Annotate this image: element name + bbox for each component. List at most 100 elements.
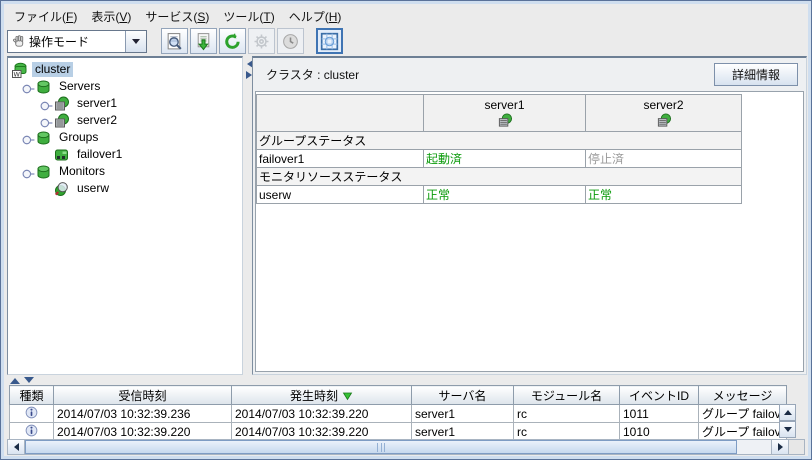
tree-handle-icon[interactable] — [21, 133, 35, 143]
gear-icon — [252, 32, 271, 51]
tree-item-Servers[interactable]: Servers — [8, 78, 242, 95]
resource-name: userw — [257, 186, 424, 204]
alert-occurred-cell: 2014/07/03 10:32:39.220 — [232, 423, 412, 441]
scroll-right-button[interactable] — [771, 440, 788, 454]
resource-name: failover1 — [257, 150, 424, 168]
alert-row-1[interactable]: 2014/07/03 10:32:39.2202014/07/03 10:32:… — [10, 423, 787, 441]
tree-item-label: Monitors — [56, 164, 108, 179]
detail-info-button[interactable]: 詳細情報 — [714, 63, 798, 86]
collect-info-button[interactable] — [190, 28, 217, 54]
collapse-up-icon[interactable] — [10, 373, 20, 384]
tree-item-failover1[interactable]: failover1 — [8, 146, 242, 163]
reload-button[interactable] — [219, 28, 246, 54]
column-label: 発生時刻 — [290, 389, 338, 403]
alert-column-header-5[interactable]: イベントID — [620, 386, 699, 405]
alert-occurred-cell: 2014/07/03 10:32:39.220 — [232, 405, 412, 423]
alert-server-cell: server1 — [412, 423, 514, 441]
mode-selector-dropdown-button[interactable] — [125, 31, 146, 52]
menu-item-h[interactable]: ヘルプ(H) — [282, 6, 349, 27]
mode-selector-label: 操作モード — [29, 33, 89, 50]
server-name: server2 — [643, 98, 683, 112]
menu-item-t[interactable]: ツール(T) — [216, 6, 281, 27]
document-download-icon — [194, 32, 213, 51]
tree-item-server2[interactable]: server2 — [8, 112, 242, 129]
thumb-grip — [377, 443, 385, 452]
status-row-userw: userw正常正常 — [257, 186, 742, 204]
alert-row-0[interactable]: 2014/07/03 10:32:39.2362014/07/03 10:32:… — [10, 405, 787, 423]
tree-item-label: server2 — [74, 113, 120, 128]
alert-type-cell — [10, 423, 54, 441]
status-value: 正常 — [424, 186, 586, 204]
tree-handle-icon[interactable] — [21, 167, 35, 177]
tree-item-Monitors[interactable]: Monitors — [8, 163, 242, 180]
info-icon — [25, 406, 38, 419]
status-panel-content: server1server2グループステータスfailover1起動済停止済モニ… — [255, 91, 804, 372]
status-section-header: グループステータス — [257, 132, 742, 150]
cluster-tree: WclusterServersserver1server2Groupsfailo… — [8, 58, 242, 197]
server-icon — [53, 96, 70, 112]
tree-handle-icon[interactable] — [39, 99, 53, 109]
folder-icon — [35, 130, 52, 146]
mode-selector[interactable]: 操作モード — [7, 30, 147, 53]
folder-icon — [35, 164, 52, 180]
menu-bar: ファイル(F)表示(V)サービス(S)ツール(T)ヘルプ(H) — [7, 6, 805, 26]
alert-received-cell: 2014/07/03 10:32:39.236 — [54, 405, 232, 423]
menu-item-v[interactable]: 表示(V) — [84, 6, 138, 27]
alert-column-header-2[interactable]: 発生時刻 — [232, 386, 412, 405]
group-icon — [53, 147, 70, 163]
monitor-icon — [53, 181, 70, 197]
tree-item-label: cluster — [32, 62, 73, 77]
alert-column-header-1[interactable]: 受信時刻 — [54, 386, 232, 405]
mode-selector-value: 操作モード — [8, 31, 125, 52]
vertical-split-divider[interactable] — [243, 56, 252, 375]
alert-vertical-scrollbar[interactable] — [779, 404, 796, 438]
tree-item-cluster[interactable]: Wcluster — [8, 61, 242, 78]
tree-handle-icon[interactable] — [21, 82, 35, 92]
scroll-left-button[interactable] — [8, 440, 25, 454]
status-value: 正常 — [586, 186, 742, 204]
alert-received-cell: 2014/07/03 10:32:39.220 — [54, 423, 232, 441]
tree-item-Groups[interactable]: Groups — [8, 129, 242, 146]
status-table: server1server2グループステータスfailover1起動済停止済モニ… — [256, 94, 742, 204]
toolbar-buttons — [161, 28, 345, 54]
tree-item-label: Servers — [56, 79, 103, 94]
column-label: モジュール名 — [531, 389, 602, 403]
alert-server-cell: server1 — [412, 405, 514, 423]
alert-column-header-3[interactable]: サーバ名 — [412, 386, 514, 405]
search-button[interactable] — [161, 28, 188, 54]
menu-item-s[interactable]: サービス(S) — [138, 6, 216, 27]
alert-column-header-0[interactable]: 種類 — [10, 386, 54, 405]
alert-column-header-4[interactable]: モジュール名 — [514, 386, 620, 405]
tree-item-server1[interactable]: server1 — [8, 95, 242, 112]
svg-text:W: W — [13, 70, 20, 77]
scrollbar-track[interactable] — [737, 440, 771, 454]
alert-horizontal-scrollbar[interactable] — [7, 439, 805, 455]
menu-item-f[interactable]: ファイル(F) — [7, 6, 84, 27]
status-section-header: モニタリソースステータス — [257, 168, 742, 186]
integrated-manager-button[interactable] — [316, 28, 343, 54]
horizontal-split-divider[interactable] — [7, 376, 805, 385]
toolbar: 操作モード — [7, 27, 805, 55]
cluster-tree-panel: WclusterServersserver1server2Groupsfailo… — [7, 56, 243, 375]
tree-handle-icon[interactable] — [39, 116, 53, 126]
tree-item-label: failover1 — [74, 147, 125, 162]
alert-log-area: 種類受信時刻発生時刻サーバ名モジュール名イベントIDメッセージ2014/07/0… — [9, 385, 787, 441]
time-info-button — [277, 28, 304, 54]
tree-item-userw[interactable]: userw — [8, 180, 242, 197]
alert-column-header-6[interactable]: メッセージ — [699, 386, 787, 405]
scroll-down-button[interactable] — [779, 421, 796, 438]
status-column-server2: server2 — [586, 95, 742, 132]
tree-item-label: server1 — [74, 96, 120, 111]
scroll-up-button[interactable] — [779, 404, 796, 421]
status-row-failover1: failover1起動済停止済 — [257, 150, 742, 168]
arrow-up-icon — [784, 406, 792, 415]
scrollbar-thumb[interactable] — [25, 440, 737, 454]
alert-event_id-cell: 1010 — [620, 423, 699, 441]
cluster-icon: W — [11, 62, 28, 78]
arrow-left-icon — [10, 443, 19, 451]
grid-icon — [320, 32, 339, 51]
server-icon — [497, 113, 513, 128]
server-icon — [53, 113, 70, 129]
column-label: サーバ名 — [439, 389, 487, 403]
chevron-down-icon — [132, 39, 140, 48]
